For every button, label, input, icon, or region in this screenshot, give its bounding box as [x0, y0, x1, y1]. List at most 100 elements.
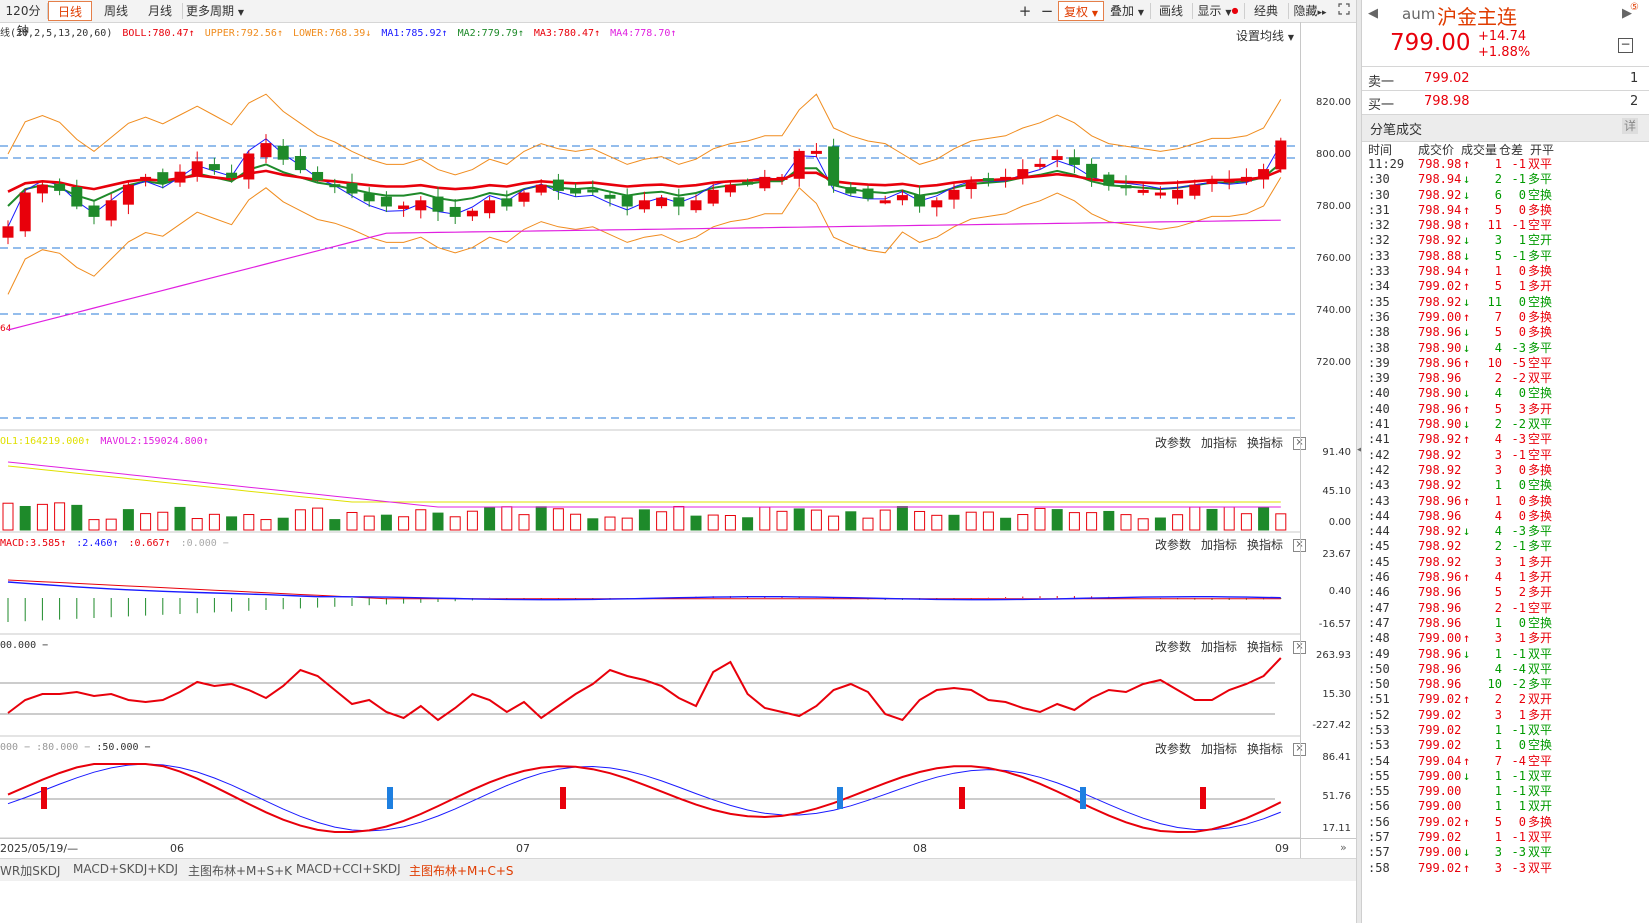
tick-row: :50 798.96 4 -4 双平: [1362, 662, 1649, 677]
arrow-down-icon: ↓: [1463, 233, 1471, 248]
macd-dif-line: [7, 581, 1281, 601]
tick-price: 798.88: [1418, 248, 1462, 263]
tick-volume: 4: [1494, 340, 1502, 355]
arrow-up-icon: ↑: [1463, 157, 1471, 171]
add-indicator-button[interactable]: 加指标: [1201, 640, 1237, 654]
tick-row: :38 798.90 ↓ 4 -3 多平: [1362, 341, 1649, 356]
candle-body: [690, 200, 702, 211]
tick-price: 799.04: [1418, 753, 1462, 768]
tick-oi-change: -5: [1511, 355, 1526, 370]
volume-bar: [191, 518, 203, 531]
candle-body: [1223, 179, 1235, 183]
template-tab[interactable]: WR加SKDJ: [0, 862, 60, 879]
scroll-right-icon[interactable]: »: [1340, 841, 1347, 854]
kline-chart[interactable]: [0, 0, 1300, 840]
date-tick: 09: [1275, 842, 1289, 855]
tick-time: :36: [1368, 309, 1390, 324]
volume-bar: [1240, 513, 1252, 531]
candle-body: [36, 184, 48, 194]
tick-type: 多换: [1528, 814, 1553, 829]
candle-body: [1000, 176, 1012, 180]
candle-body: [518, 192, 530, 202]
kdj-signal-marker: [959, 787, 965, 809]
main-price-pane[interactable]: [2, 93, 1287, 331]
tick-type: 双开: [1528, 692, 1553, 707]
fullscreen-button[interactable]: [1334, 1, 1354, 21]
swap-indicator-button[interactable]: 换指标: [1247, 742, 1283, 756]
col-time: 时间: [1368, 143, 1393, 157]
swap-indicator-button[interactable]: 换指标: [1247, 436, 1283, 450]
edit-params-button[interactable]: 改参数: [1155, 538, 1191, 552]
tick-list[interactable]: 11:29 798.98 ↑ 1 -1 双平:30 798.94 ↓ 2 -1 多平:30 798.9…: [1362, 157, 1649, 876]
tick-price: 798.92: [1418, 478, 1462, 493]
volume-bar: [226, 516, 238, 531]
candle-body: [1017, 169, 1029, 178]
template-tab-selected[interactable]: 主图布林+M+C+S: [409, 862, 514, 879]
tick-row: :36 799.00 ↑ 7 0 多换: [1362, 310, 1649, 325]
template-tab[interactable]: MACD+CCI+SKDJ: [296, 862, 401, 876]
volume-bar: [982, 511, 994, 531]
tick-row: :31 798.94 ↑ 5 0 多换: [1362, 203, 1649, 218]
tick-row: :30 798.92 ↓ 6 0 空换: [1362, 188, 1649, 203]
swap-indicator-button[interactable]: 换指标: [1247, 538, 1283, 552]
tick-row: :41 798.92 ↑ 4 -3 空平: [1362, 432, 1649, 447]
tick-time: :52: [1368, 707, 1390, 722]
tick-row: :46 798.96 5 2 多开: [1362, 585, 1649, 600]
tick-price: 799.00: [1418, 309, 1462, 324]
add-indicator-button[interactable]: 加指标: [1201, 436, 1237, 450]
swap-indicator-button[interactable]: 换指标: [1247, 640, 1283, 654]
tick-volume: 4: [1494, 386, 1502, 401]
kdj-signal-marker: [387, 787, 393, 809]
volume-bar: [948, 514, 960, 531]
tick-price: 799.02: [1418, 692, 1462, 707]
volume-bar: [1103, 510, 1115, 531]
volume-bar: [759, 506, 771, 531]
tick-row: :32 798.92 ↓ 3 1 空开: [1362, 233, 1649, 248]
minimize-icon[interactable]: −: [1618, 38, 1633, 53]
tick-volume: 11: [1487, 218, 1502, 233]
template-tab[interactable]: MACD+SKDJ+KDJ: [73, 862, 178, 876]
date-tick: 06: [170, 842, 184, 855]
tick-time: :32: [1368, 218, 1390, 233]
bid-label: 买一: [1368, 98, 1395, 113]
tick-oi-change: -1: [1511, 157, 1526, 171]
tick-oi-change: 1: [1518, 707, 1526, 722]
volume-bar: [879, 509, 891, 531]
detail-button[interactable]: 详: [1622, 118, 1638, 134]
tick-type: 双平: [1528, 646, 1553, 661]
tick-row: :40 798.96 ↑ 5 3 多开: [1362, 402, 1649, 417]
tick-oi-change: 0: [1518, 462, 1526, 477]
tick-price: 798.96: [1418, 355, 1462, 370]
tick-volume: 2: [1494, 692, 1502, 707]
edit-params-button[interactable]: 改参数: [1155, 742, 1191, 756]
tick-type: 多开: [1528, 401, 1553, 416]
tick-type: 空换: [1528, 294, 1553, 309]
chart-area[interactable]: 120分钟 日线 周线 月线 更多周期 ▼ + − 复权 ▼ 叠加 ▼ 画线 显…: [0, 0, 1360, 923]
tick-time: :44: [1368, 508, 1390, 523]
chart-gridlines: [0, 145, 1300, 839]
tick-row: :47 798.96 1 0 空换: [1362, 616, 1649, 631]
macd-info: MACD:3.585↑ :2.460↑ :0.667↑ :0.000 −: [0, 537, 229, 551]
add-indicator-button[interactable]: 加指标: [1201, 538, 1237, 552]
arrow-up-icon: ↑: [1463, 218, 1471, 233]
template-tab[interactable]: 主图布林+M+S+K: [188, 862, 292, 879]
add-indicator-button[interactable]: 加指标: [1201, 742, 1237, 756]
tick-row: :49 798.96 ↓ 1 -1 双平: [1362, 647, 1649, 662]
volume-bar: [54, 502, 66, 531]
prev-contract-icon[interactable]: ◀: [1368, 6, 1378, 21]
tick-oi-change: 1: [1518, 554, 1526, 569]
tick-volume: 4: [1494, 570, 1502, 585]
tick-row: :42 798.92 3 -1 空平: [1362, 448, 1649, 463]
tick-row: :45 798.92 3 1 多开: [1362, 555, 1649, 570]
edit-params-button[interactable]: 改参数: [1155, 640, 1191, 654]
arrow-up-icon: ↑: [1463, 309, 1471, 324]
tick-time: :46: [1368, 570, 1390, 585]
candle-body: [484, 200, 496, 214]
tick-time: :49: [1368, 646, 1390, 661]
tick-price: 798.94: [1418, 264, 1462, 279]
candle-body: [828, 146, 840, 186]
tick-volume: 5: [1494, 585, 1502, 600]
candle-body: [122, 184, 134, 205]
tick-type: 空平: [1528, 218, 1553, 233]
edit-params-button[interactable]: 改参数: [1155, 436, 1191, 450]
